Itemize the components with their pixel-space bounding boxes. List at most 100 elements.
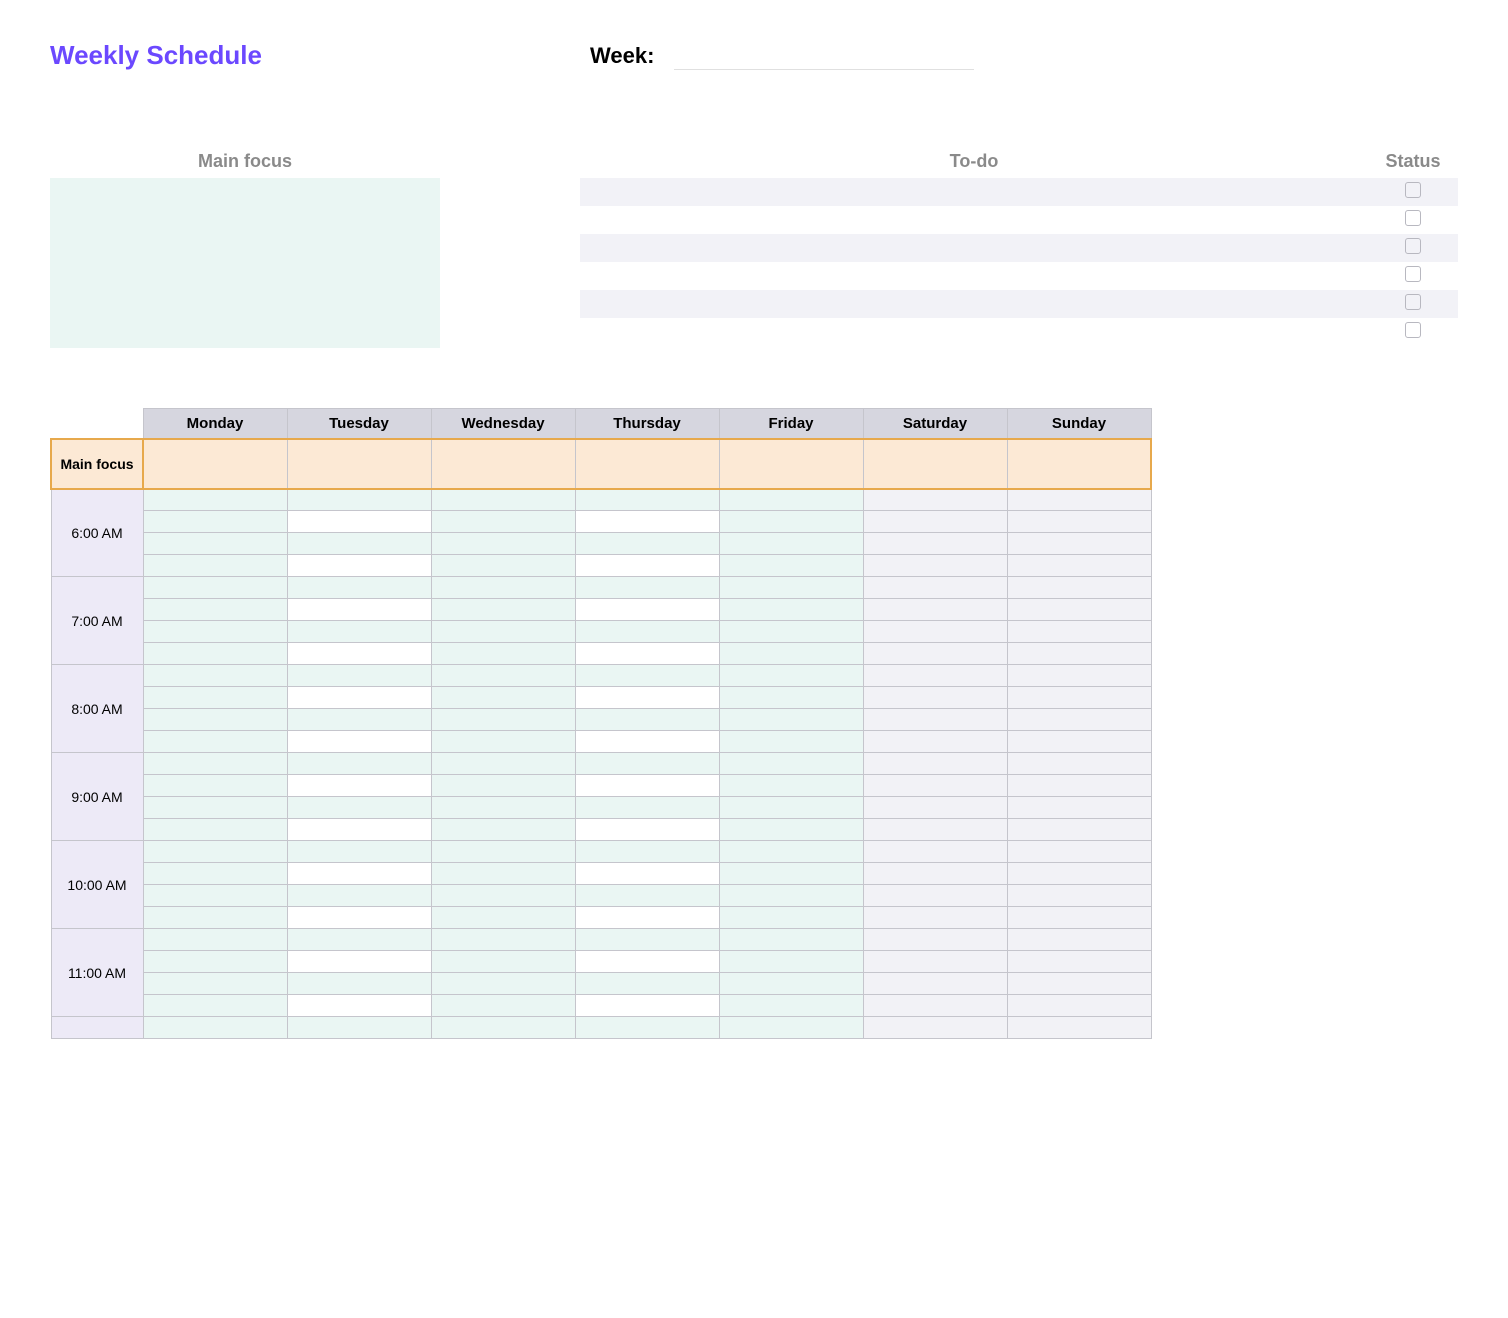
schedule-slot[interactable] xyxy=(575,951,719,973)
schedule-slot[interactable] xyxy=(1007,753,1151,775)
schedule-slot[interactable] xyxy=(431,511,575,533)
schedule-slot[interactable] xyxy=(1007,819,1151,841)
schedule-slot[interactable] xyxy=(863,621,1007,643)
schedule-slot[interactable] xyxy=(431,929,575,951)
main-focus-input[interactable] xyxy=(50,178,440,348)
schedule-slot[interactable] xyxy=(1007,951,1151,973)
schedule-slot[interactable] xyxy=(575,885,719,907)
schedule-slot[interactable] xyxy=(431,643,575,665)
schedule-slot[interactable] xyxy=(431,841,575,863)
schedule-slot[interactable] xyxy=(1007,511,1151,533)
schedule-slot[interactable] xyxy=(287,599,431,621)
schedule-slot[interactable] xyxy=(287,775,431,797)
schedule-slot[interactable] xyxy=(431,577,575,599)
todo-checkbox[interactable] xyxy=(1405,294,1421,310)
schedule-slot[interactable] xyxy=(287,1017,431,1039)
schedule-slot[interactable] xyxy=(1007,665,1151,687)
schedule-slot[interactable] xyxy=(863,599,1007,621)
schedule-slot[interactable] xyxy=(143,665,287,687)
schedule-slot[interactable] xyxy=(431,533,575,555)
schedule-slot[interactable] xyxy=(575,621,719,643)
schedule-slot[interactable] xyxy=(863,819,1007,841)
schedule-slot[interactable] xyxy=(431,709,575,731)
todo-checkbox[interactable] xyxy=(1405,322,1421,338)
schedule-slot[interactable] xyxy=(287,753,431,775)
schedule-focus-cell[interactable] xyxy=(719,439,863,489)
schedule-slot[interactable] xyxy=(863,643,1007,665)
schedule-slot[interactable] xyxy=(431,775,575,797)
schedule-slot[interactable] xyxy=(287,687,431,709)
schedule-slot[interactable] xyxy=(143,907,287,929)
schedule-slot[interactable] xyxy=(575,555,719,577)
schedule-slot[interactable] xyxy=(1007,885,1151,907)
schedule-slot[interactable] xyxy=(431,995,575,1017)
week-input[interactable] xyxy=(674,42,974,70)
schedule-slot[interactable] xyxy=(575,819,719,841)
schedule-slot[interactable] xyxy=(1007,555,1151,577)
schedule-slot[interactable] xyxy=(143,731,287,753)
schedule-slot[interactable] xyxy=(431,665,575,687)
schedule-slot[interactable] xyxy=(575,929,719,951)
schedule-slot[interactable] xyxy=(1007,907,1151,929)
schedule-slot[interactable] xyxy=(719,841,863,863)
schedule-slot[interactable] xyxy=(575,533,719,555)
schedule-slot[interactable] xyxy=(431,489,575,511)
schedule-slot[interactable] xyxy=(1007,533,1151,555)
schedule-slot[interactable] xyxy=(719,511,863,533)
schedule-slot[interactable] xyxy=(719,775,863,797)
schedule-slot[interactable] xyxy=(575,489,719,511)
schedule-slot[interactable] xyxy=(863,907,1007,929)
schedule-slot[interactable] xyxy=(719,885,863,907)
schedule-slot[interactable] xyxy=(1007,863,1151,885)
schedule-slot[interactable] xyxy=(575,687,719,709)
schedule-slot[interactable] xyxy=(431,1017,575,1039)
schedule-slot[interactable] xyxy=(863,995,1007,1017)
schedule-slot[interactable] xyxy=(143,775,287,797)
schedule-slot[interactable] xyxy=(719,665,863,687)
schedule-slot[interactable] xyxy=(143,863,287,885)
schedule-slot[interactable] xyxy=(719,907,863,929)
schedule-slot[interactable] xyxy=(575,511,719,533)
schedule-slot[interactable] xyxy=(575,863,719,885)
schedule-slot[interactable] xyxy=(431,599,575,621)
schedule-slot[interactable] xyxy=(719,687,863,709)
schedule-slot[interactable] xyxy=(431,885,575,907)
todo-checkbox[interactable] xyxy=(1405,266,1421,282)
schedule-slot[interactable] xyxy=(287,489,431,511)
schedule-slot[interactable] xyxy=(1007,489,1151,511)
schedule-slot[interactable] xyxy=(863,731,1007,753)
schedule-slot[interactable] xyxy=(863,687,1007,709)
schedule-slot[interactable] xyxy=(143,709,287,731)
schedule-slot[interactable] xyxy=(575,841,719,863)
schedule-slot[interactable] xyxy=(1007,599,1151,621)
schedule-slot[interactable] xyxy=(143,1017,287,1039)
schedule-slot[interactable] xyxy=(431,621,575,643)
schedule-slot[interactable] xyxy=(143,621,287,643)
schedule-slot[interactable] xyxy=(863,929,1007,951)
schedule-focus-cell[interactable] xyxy=(575,439,719,489)
schedule-slot[interactable] xyxy=(719,577,863,599)
schedule-slot[interactable] xyxy=(143,973,287,995)
schedule-slot[interactable] xyxy=(719,599,863,621)
schedule-slot[interactable] xyxy=(719,753,863,775)
schedule-slot[interactable] xyxy=(287,885,431,907)
schedule-slot[interactable] xyxy=(143,599,287,621)
schedule-slot[interactable] xyxy=(863,841,1007,863)
schedule-slot[interactable] xyxy=(863,753,1007,775)
schedule-slot[interactable] xyxy=(287,555,431,577)
schedule-slot[interactable] xyxy=(863,489,1007,511)
schedule-slot[interactable] xyxy=(1007,929,1151,951)
schedule-slot[interactable] xyxy=(575,731,719,753)
schedule-slot[interactable] xyxy=(431,555,575,577)
schedule-slot[interactable] xyxy=(287,841,431,863)
schedule-slot[interactable] xyxy=(575,709,719,731)
schedule-slot[interactable] xyxy=(287,643,431,665)
schedule-slot[interactable] xyxy=(287,511,431,533)
schedule-slot[interactable] xyxy=(143,643,287,665)
schedule-slot[interactable] xyxy=(431,951,575,973)
schedule-slot[interactable] xyxy=(863,665,1007,687)
schedule-slot[interactable] xyxy=(1007,995,1151,1017)
schedule-slot[interactable] xyxy=(863,533,1007,555)
schedule-slot[interactable] xyxy=(719,819,863,841)
schedule-slot[interactable] xyxy=(431,797,575,819)
